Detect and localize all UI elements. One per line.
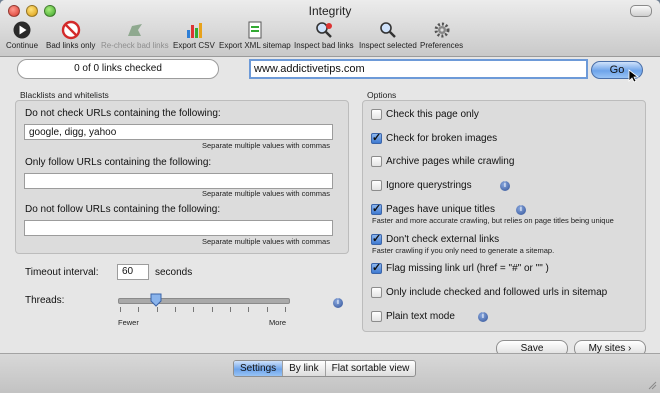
dont-check-hint: Separate multiple values with commas [202,141,330,150]
flag-missing-url-label: Flag missing link url (href = "#" or "" … [386,263,549,274]
blacklists-title: Blacklists and whitelists [20,90,109,100]
export-csv-label: Export CSV [173,41,215,50]
url-bar: 0 of 0 links checked www.addictivetips.c… [0,57,660,83]
dont-check-external-hint: Faster crawling if you only need to gene… [372,246,555,255]
option-archive-pages[interactable]: Archive pages while crawling [371,156,514,167]
option-dont-check-external[interactable]: Don't check external links [371,232,500,245]
bad-links-only-button[interactable]: Bad links only [46,20,95,50]
url-input[interactable]: www.addictivetips.com [249,59,588,79]
inspect-selected-label: Inspect selected [359,41,417,50]
options-title: Options [367,90,397,100]
links-checked-status: 0 of 0 links checked [17,59,219,79]
tab-flat-sortable-view[interactable]: Flat sortable view [326,361,416,376]
ignore-querystrings-label: Ignore querystrings [386,180,472,191]
export-xml-sitemap-button[interactable]: Export XML sitemap [219,20,291,50]
check-broken-images-checkbox[interactable] [371,131,382,144]
sitemap-checked-only-checkbox[interactable] [371,287,382,298]
magnifier-selected-icon [380,22,396,38]
view-tabs: Settings By link Flat sortable view [233,360,417,377]
export-csv-button[interactable]: Export CSV [173,20,215,50]
flag-missing-url-checkbox[interactable] [371,261,382,274]
inspect-bad-links-button[interactable]: Inspect bad links [294,20,354,50]
option-unique-titles[interactable]: Pages have unique titles [371,202,495,215]
option-check-broken-images[interactable]: Check for broken images [371,131,498,144]
dont-follow-hint: Separate multiple values with commas [202,237,330,246]
threads-more-label: More [269,318,287,327]
only-follow-label: Only follow URLs containing the followin… [25,157,212,168]
export-xml-sitemap-label: Export XML sitemap [219,41,291,50]
timeout-label: Timeout interval: [25,267,99,278]
dont-check-field[interactable]: google, digg, yahoo [24,124,333,140]
plain-text-mode-info-icon[interactable]: i [478,312,488,322]
timeout-unit: seconds [155,267,193,278]
toolbar: Continue Bad links only Re-check bad lin… [0,20,660,52]
bar-chart-icon [186,23,202,38]
check-page-only-checkbox[interactable] [371,109,382,120]
plain-text-mode-checkbox[interactable] [371,311,382,322]
ignore-querystrings-info-icon[interactable]: i [500,181,510,191]
option-plain-text-mode[interactable]: Plain text mode [371,311,455,322]
unique-titles-info-icon[interactable]: i [516,205,526,215]
only-follow-hint: Separate multiple values with commas [202,189,330,198]
option-flag-missing-url[interactable]: Flag missing link url (href = "#" or "" … [371,261,549,274]
dont-check-external-label: Don't check external links [386,234,500,245]
recheck-arrow-icon [127,24,142,36]
continue-label: Continue [6,41,39,50]
ignore-querystrings-checkbox[interactable] [371,180,382,191]
dont-check-label: Do not check URLs containing the followi… [25,108,221,119]
preferences-label: Preferences [420,41,464,50]
check-page-only-label: Check this page only [386,109,479,120]
threads-info-icon[interactable]: i [333,298,343,308]
option-check-page-only[interactable]: Check this page only [371,109,479,120]
option-ignore-querystrings[interactable]: Ignore querystrings [371,180,472,191]
only-follow-field[interactable] [24,173,333,189]
sitemap-document-icon [248,21,262,39]
dont-follow-label: Do not follow URLs containing the follow… [25,204,221,215]
tab-settings[interactable]: Settings [234,361,284,376]
threads-slider-knob[interactable] [150,293,162,307]
play-icon [13,21,31,39]
dont-check-external-checkbox[interactable] [371,232,382,245]
check-broken-images-label: Check for broken images [386,133,498,144]
preferences-button[interactable]: Preferences [420,20,463,50]
gear-icon [434,22,450,38]
window-title: Integrity [308,4,352,18]
resize-grip-icon[interactable] [647,380,657,390]
threads-ticks [120,307,286,312]
mouse-pointer-icon [628,69,640,83]
unique-titles-hint: Faster and more accurate crawling, but r… [372,216,614,225]
timeout-input[interactable]: 60 [117,264,149,280]
app-window: Integrity Continue Bad links only Re-che… [0,0,660,393]
title-bar: Integrity Continue Bad links only Re-che… [0,0,660,57]
tab-by-link[interactable]: By link [283,361,326,376]
continue-button[interactable]: Continue [6,20,38,50]
unique-titles-label: Pages have unique titles [386,204,495,215]
archive-pages-checkbox[interactable] [371,156,382,167]
bad-links-only-label: Bad links only [46,41,96,50]
inspect-selected-button[interactable]: Inspect selected [359,20,417,50]
magnifier-icon [315,22,332,38]
unique-titles-checkbox[interactable] [371,202,382,215]
no-entry-icon [61,20,80,40]
option-sitemap-checked-only[interactable]: Only include checked and followed urls i… [371,287,607,298]
toolbar-toggle-button[interactable] [630,5,652,17]
dont-follow-field[interactable] [24,220,333,236]
inspect-bad-links-label: Inspect bad links [294,41,354,50]
threads-slider[interactable] [118,298,290,304]
sitemap-checked-only-label: Only include checked and followed urls i… [386,287,608,298]
threads-fewer-label: Fewer [118,318,139,327]
plain-text-mode-label: Plain text mode [386,311,455,322]
archive-pages-label: Archive pages while crawling [386,156,515,167]
recheck-bad-links-label: Re-check bad links [101,41,169,50]
recheck-bad-links-button[interactable]: Re-check bad links [101,20,169,50]
threads-label: Threads: [25,295,65,306]
